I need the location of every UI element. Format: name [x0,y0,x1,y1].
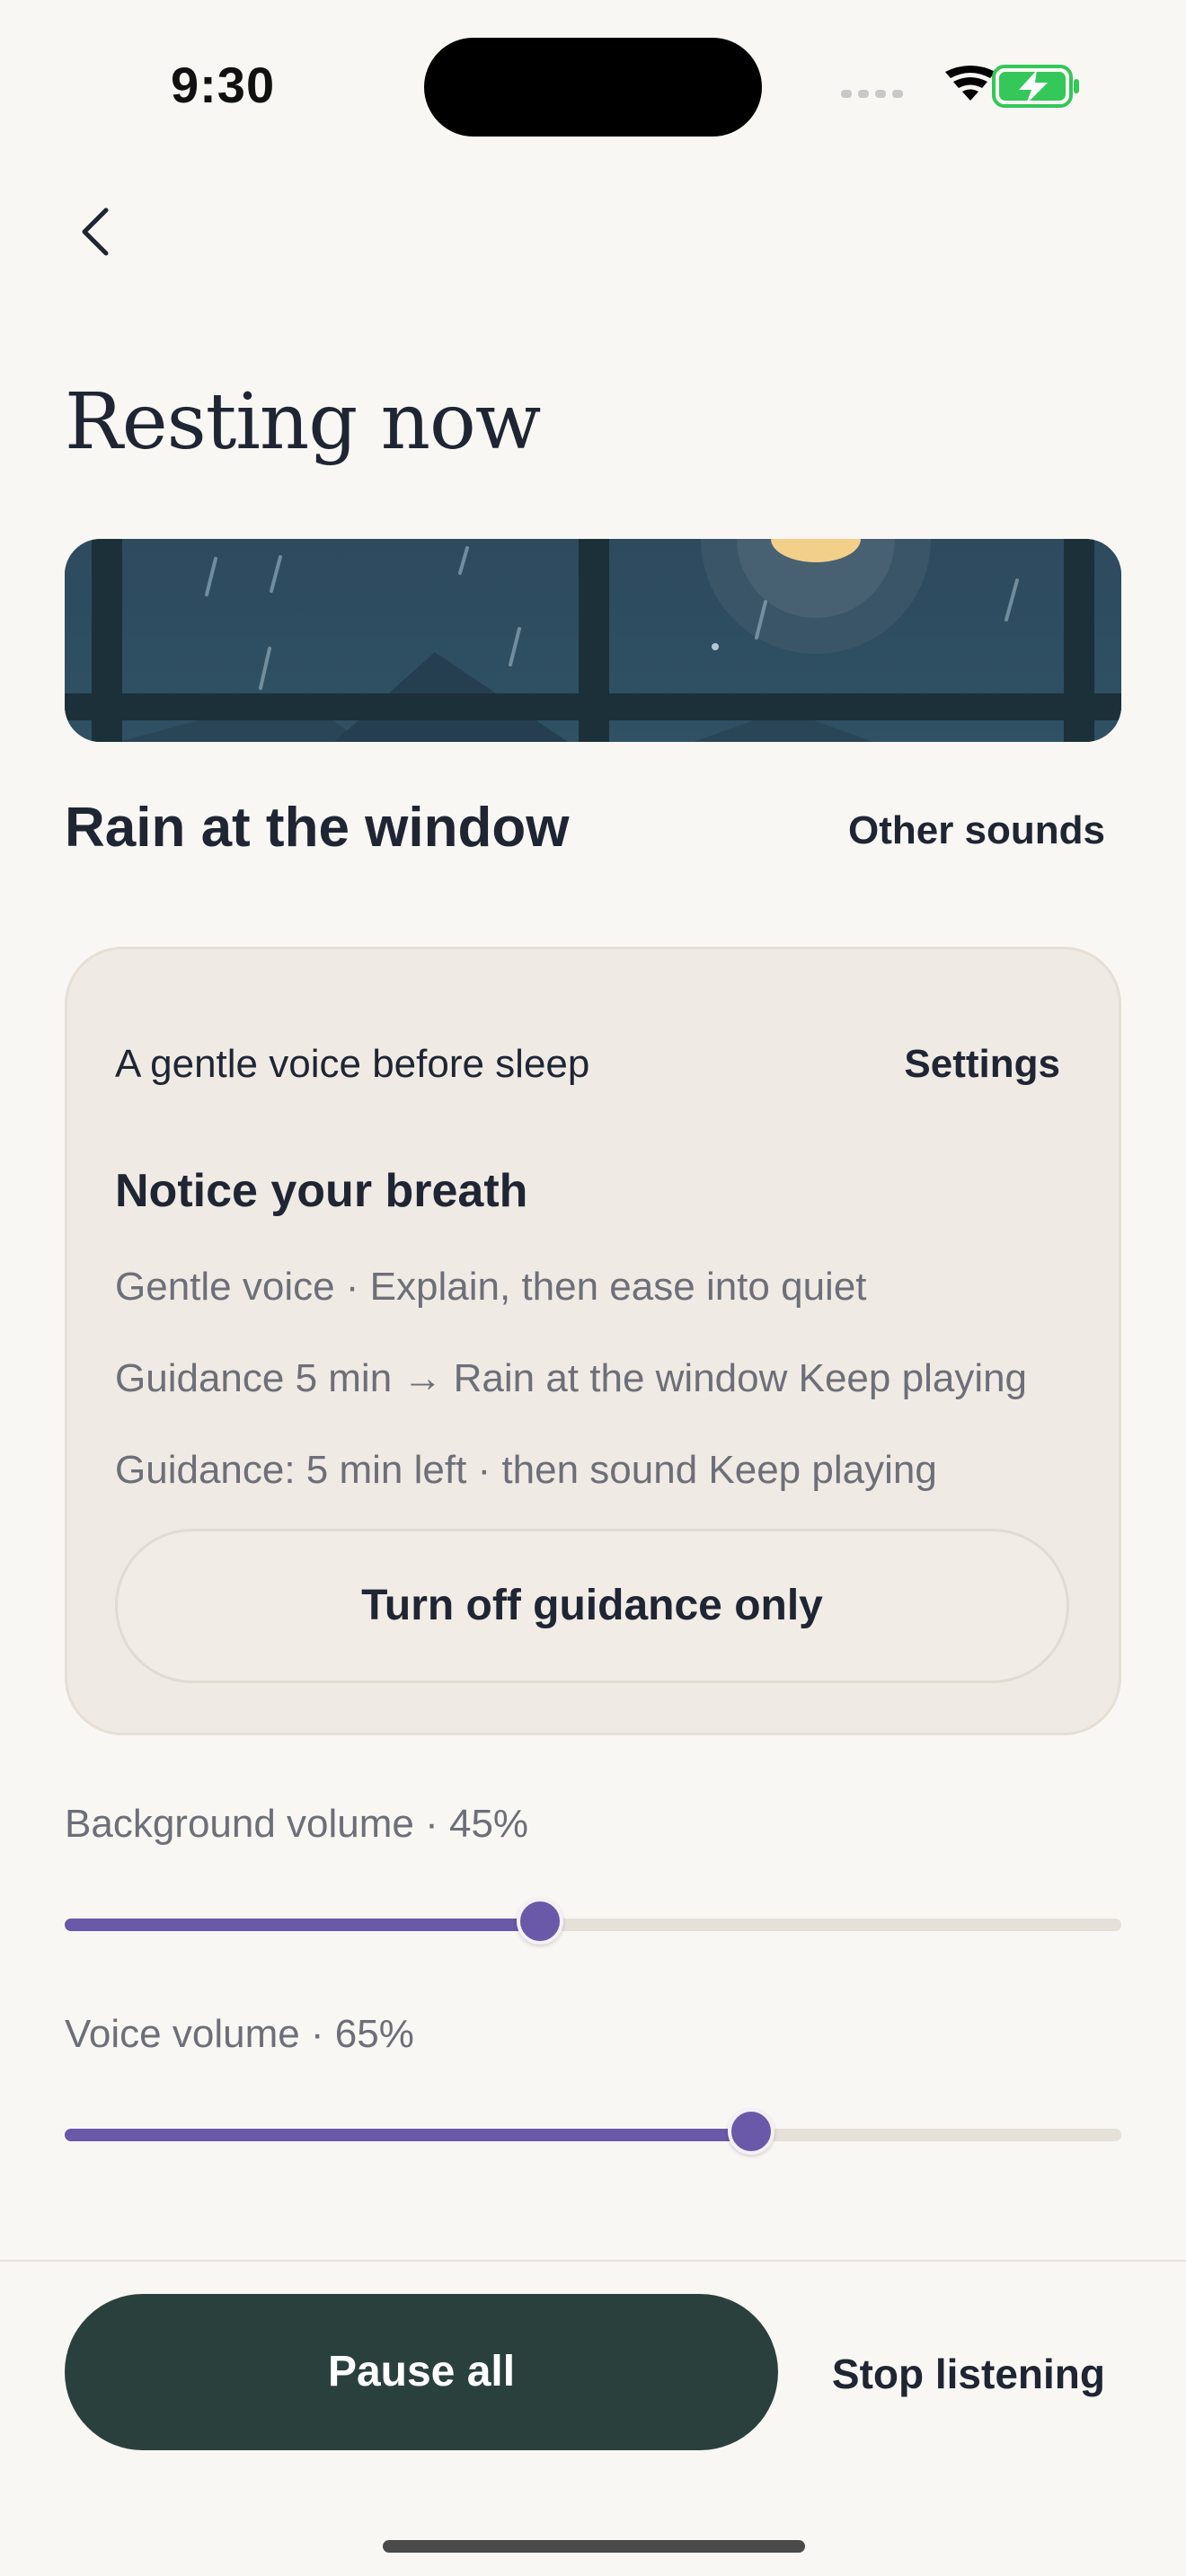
dynamic-island [424,38,762,137]
back-chevron-icon[interactable] [72,199,126,264]
rain-window-illustration [65,539,1121,742]
guidance-remaining-info: Guidance: 5 min left · then sound Keep p… [115,1448,937,1492]
voice-volume-fill [65,2129,752,2141]
guidance-sequence-info: Guidance 5 min → Rain at the window Keep… [115,1356,1028,1400]
cellular-icon [841,90,903,98]
status-icons [841,65,1079,108]
background-volume-thumb[interactable] [517,1898,564,1945]
guidance-voice-info: Gentle voice · Explain, then ease into q… [115,1265,867,1309]
sound-artwork [65,539,1121,742]
turn-off-guidance-button[interactable]: Turn off guidance only [115,1529,1069,1683]
voice-volume-label: Voice volume · 65% [65,2012,414,2056]
battery-charging-icon [992,65,1079,108]
voice-volume-slider[interactable] [65,2108,1121,2155]
guidance-settings-button[interactable]: Settings [845,1033,1060,1096]
voice-volume-thumb[interactable] [728,2108,775,2155]
background-volume-label: Background volume · 45% [65,1802,529,1846]
home-indicator [383,2540,805,2553]
pause-all-button[interactable]: Pause all [65,2294,778,2450]
footer-divider [0,2260,1186,2262]
stop-listening-button[interactable]: Stop listening [809,2342,1105,2405]
sound-name: Rain at the window [65,797,570,859]
status-time: 9:30 [171,57,276,113]
page-title: Resting now [65,377,541,467]
guidance-title: Notice your breath [115,1165,528,1217]
wifi-icon [945,66,996,101]
background-volume-fill [65,1919,541,1931]
guidance-subtitle: A gentle voice before sleep [115,1042,590,1086]
background-volume-slider[interactable] [65,1898,1121,1945]
other-sounds-button[interactable]: Other sounds [818,799,1105,862]
